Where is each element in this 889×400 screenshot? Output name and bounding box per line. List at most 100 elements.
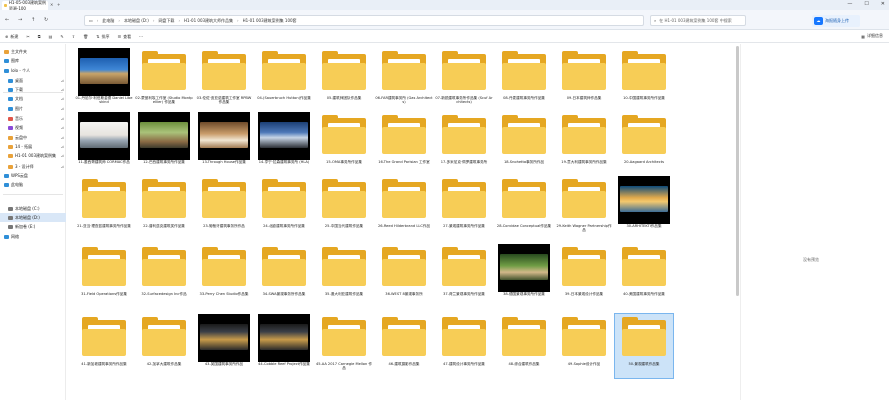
- folder-item[interactable]: 41-新加坡建筑事务所作品集: [75, 314, 133, 378]
- folder-item[interactable]: 04-(Sauerbruch Hutton)作品集: [255, 48, 313, 112]
- cloud-upload-button[interactable]: ☁ 海报随身上传: [812, 15, 860, 27]
- folder-item[interactable]: 09-日本建筑师作品集: [555, 48, 613, 112]
- new-button[interactable]: ⊕ 新建: [5, 34, 18, 40]
- sidebar-item[interactable]: H1-01 003建筑案例集 ⊿: [0, 151, 66, 160]
- folder-item[interactable]: 14-亨宁·拉森建筑事务所 (HLA): [255, 112, 313, 176]
- folder-item[interactable]: 23-葡萄牙建筑事务所作品: [195, 176, 253, 240]
- details-button[interactable]: ▦ 详细信息: [861, 33, 883, 39]
- view-button[interactable]: ☰ 查看: [118, 34, 132, 40]
- folder-item[interactable]: 50-景观建筑作品集: [614, 313, 674, 379]
- sidebar-item[interactable]: 云盘中 ⊿: [0, 133, 66, 142]
- folder-item[interactable]: 33-Perry Chen Studio作品集: [195, 244, 253, 308]
- sidebar-item[interactable]: 14 - 拓展 ⊿: [0, 142, 66, 151]
- folder-item[interactable]: 12-巴西建筑事务所作品集: [135, 112, 193, 176]
- folder-item[interactable]: 05-建筑师团队作品集: [315, 48, 373, 112]
- sidebar-item[interactable]: 3 - 设计师 ⊿: [0, 162, 66, 171]
- folder-item[interactable]: 26-Reed Hilderbrand LLC作品: [375, 176, 433, 240]
- folder-item[interactable]: 43-英国建筑事务所作品: [195, 314, 253, 378]
- sidebar-item[interactable]: WPS云盘: [0, 171, 66, 180]
- folder-item[interactable]: 01-丹尼尔·利伯斯金德 Daniel Libeskind: [75, 48, 133, 112]
- folder-item[interactable]: 47-建筑设计事务所作品集: [435, 314, 493, 378]
- folder-item[interactable]: 32-Surfacedesign Inc作品: [135, 244, 193, 308]
- folder-item[interactable]: 30-ARHITEKTI作品集: [615, 176, 673, 240]
- copy-icon[interactable]: ⧉: [38, 34, 41, 39]
- sort-button[interactable]: ⇅ 排序: [96, 34, 109, 40]
- folder-item[interactable]: 10-中国建筑事务所作品集: [615, 48, 673, 112]
- folder-thumbnail: [75, 244, 133, 292]
- breadcrumb-item[interactable]: 本地磁盘 (D:): [124, 18, 149, 24]
- folder-item[interactable]: 11-墨西哥建筑师 CORMAC作品: [75, 112, 133, 176]
- sidebar-item[interactable]: 此电脑: [0, 180, 66, 189]
- breadcrumb-item[interactable]: H1-01 003建筑大师作品集: [184, 18, 233, 24]
- folder-item[interactable]: 46-建筑摄影作品集: [375, 314, 433, 378]
- folder-item[interactable]: 21-亚当·理查兹建筑事务所作品集: [75, 176, 133, 240]
- folder-item[interactable]: 34-SWA景观事务所作品集: [255, 244, 313, 308]
- sidebar-item[interactable]: 新加卷 (E:): [0, 222, 66, 231]
- sidebar-item[interactable]: 网络: [0, 232, 66, 241]
- more-button[interactable]: ···: [139, 34, 143, 39]
- up-icon[interactable]: ↑: [31, 17, 35, 23]
- sidebar-item[interactable]: 主文件夹: [0, 47, 66, 56]
- folder-item[interactable]: 24-北欧建筑事务所作品集: [255, 176, 313, 240]
- folder-item[interactable]: 20-Aagaard Architects: [615, 112, 673, 176]
- tab-current[interactable]: H1-05-003建筑案例资源-100: [2, 0, 48, 11]
- folder-item[interactable]: 25-中国当代建筑作品集: [315, 176, 373, 240]
- folder-item[interactable]: 38-德国景观事务所作品集: [495, 244, 553, 308]
- back-icon[interactable]: ←: [5, 17, 9, 23]
- folder-item[interactable]: 36-WEST 8景观事务所: [375, 244, 433, 308]
- folder-item[interactable]: 07-新锐建筑事务所作品集 (Scuf Architects): [435, 48, 493, 112]
- sidebar-item[interactable]: 文档 ⊿: [0, 94, 66, 103]
- sidebar-item[interactable]: 桌面 ⊿: [0, 76, 66, 85]
- folder-item[interactable]: 29-Keith Wagner Partnership作品: [555, 176, 613, 240]
- search-input[interactable]: ⌕ 在 H1-01 003建筑案例集 100套 中搜索: [650, 15, 746, 26]
- sidebar-item[interactable]: 本地磁盘 (C:): [0, 204, 66, 213]
- breadcrumb-item[interactable]: H1-01 003建筑案例集 100套: [243, 18, 297, 24]
- folder-item[interactable]: 28-Corvidae Conceptual作品集: [495, 176, 553, 240]
- share-icon[interactable]: ⇪: [72, 34, 75, 39]
- folder-item[interactable]: 40-美国建筑事务所作品集: [615, 244, 673, 308]
- minimize-icon[interactable]: —: [847, 1, 852, 7]
- folder-item[interactable]: 42-加拿大建筑作品集: [135, 314, 193, 378]
- sidebar-item[interactable]: 图片 ⊿: [0, 104, 66, 113]
- folder-item[interactable]: 13-Through House作品集: [195, 112, 253, 176]
- folder-item[interactable]: 35-澳大利亚建筑作品集: [315, 244, 373, 308]
- folder-item[interactable]: 19-意大利建筑事务所作品集: [555, 112, 613, 176]
- folder-item[interactable]: 22-普利兹克建筑奖作品集: [135, 176, 193, 240]
- folder-item[interactable]: 17-多米尼克·佩罗建筑事务所: [435, 112, 493, 176]
- folder-icon: [202, 179, 246, 218]
- sidebar-item[interactable]: 视频 ⊿: [0, 123, 66, 132]
- folder-item[interactable]: 06-FAR建筑事务所 (Gas Architects): [375, 48, 433, 112]
- folder-item[interactable]: 37-荷兰景观事务所作品集: [435, 244, 493, 308]
- sidebar-item[interactable]: 图库: [0, 56, 66, 65]
- folder-item[interactable]: 44-Cobble Reef Project作品集: [255, 314, 313, 378]
- delete-icon[interactable]: 🗑: [83, 34, 88, 39]
- folder-item[interactable]: 31-Field Operations作品集: [75, 244, 133, 308]
- scrollbar[interactable]: [736, 46, 739, 296]
- new-tab-icon[interactable]: +: [57, 2, 60, 7]
- folder-item[interactable]: 02-蒙彼利埃工作室 (Studio Montpellier) 作品集: [135, 48, 193, 112]
- rename-icon[interactable]: ✎: [60, 34, 63, 39]
- folder-item[interactable]: 48-综合建筑作品集: [495, 314, 553, 378]
- sidebar-item[interactable]: 音乐 ⊿: [0, 114, 66, 123]
- folder-item[interactable]: 49-Sophie设计作品: [555, 314, 613, 378]
- tab-close-icon[interactable]: ✕: [50, 2, 53, 7]
- folder-item[interactable]: 45-AA 2017 Carnegie Mellon 作品: [315, 314, 373, 378]
- refresh-icon[interactable]: ↻: [44, 17, 48, 23]
- folder-item[interactable]: 27-景观建筑事务所作品集: [435, 176, 493, 240]
- folder-item[interactable]: 15-OMA事务所作品集: [315, 112, 373, 176]
- maximize-icon[interactable]: ☐: [864, 1, 868, 7]
- cut-icon[interactable]: ✂: [26, 34, 29, 39]
- close-window-icon[interactable]: ✕: [881, 1, 885, 7]
- folder-item[interactable]: 18-Snohetta事务所作品: [495, 112, 553, 176]
- breadcrumb[interactable]: ▭ › 此电脑 › 本地磁盘 (D:) › 网盘下载 › H1-01 003建筑…: [84, 15, 644, 26]
- folder-item[interactable]: 16-The Grand Parisian 工作室: [375, 112, 433, 176]
- folder-item[interactable]: 03-伦佐·皮亚诺建筑工作室 RPBW作品集: [195, 48, 253, 112]
- paste-icon[interactable]: ▤: [49, 34, 53, 39]
- folder-item[interactable]: 39-日本景观设计作品集: [555, 244, 613, 308]
- folder-item[interactable]: 08-丹麦建筑事务所作品集: [495, 48, 553, 112]
- breadcrumb-item[interactable]: 此电脑: [102, 18, 114, 24]
- sidebar-item[interactable]: 本地磁盘 (D:): [0, 213, 66, 222]
- sidebar-item[interactable]: lolo - 个人: [0, 66, 66, 75]
- forward-icon[interactable]: →: [18, 17, 22, 23]
- breadcrumb-item[interactable]: 网盘下载: [158, 18, 174, 24]
